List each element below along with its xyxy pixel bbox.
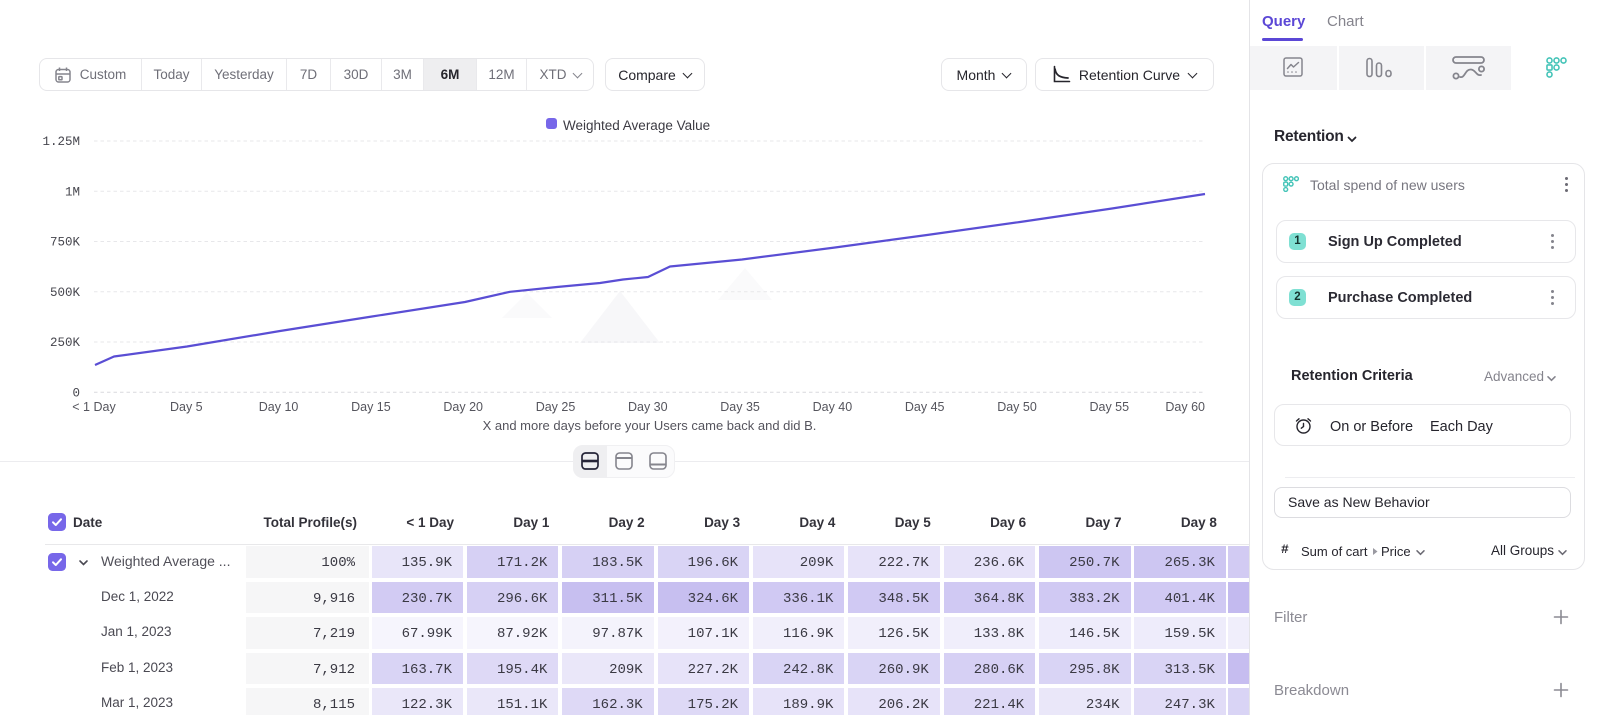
svg-text:0: 0 — [72, 386, 80, 400]
svg-text:Day 20: Day 20 — [443, 400, 483, 414]
svg-text:Day 45: Day 45 — [905, 400, 945, 414]
svg-text:Day 55: Day 55 — [1089, 400, 1129, 414]
svg-text:Day 40: Day 40 — [813, 400, 853, 414]
svg-text:Day 60: Day 60 — [1165, 400, 1205, 414]
svg-text:Day 35: Day 35 — [720, 400, 760, 414]
svg-text:750K: 750K — [50, 236, 81, 250]
svg-text:Day 10: Day 10 — [259, 400, 299, 414]
svg-text:Day 15: Day 15 — [351, 400, 391, 414]
svg-text:< 1 Day: < 1 Day — [72, 400, 116, 414]
svg-text:Day 5: Day 5 — [170, 400, 203, 414]
svg-text:1M: 1M — [65, 185, 80, 199]
svg-text:Day 50: Day 50 — [997, 400, 1037, 414]
svg-text:Day 30: Day 30 — [628, 400, 668, 414]
svg-text:1.25M: 1.25M — [42, 135, 80, 149]
svg-text:500K: 500K — [50, 286, 81, 300]
svg-text:Day 25: Day 25 — [536, 400, 576, 414]
svg-text:250K: 250K — [50, 336, 81, 350]
